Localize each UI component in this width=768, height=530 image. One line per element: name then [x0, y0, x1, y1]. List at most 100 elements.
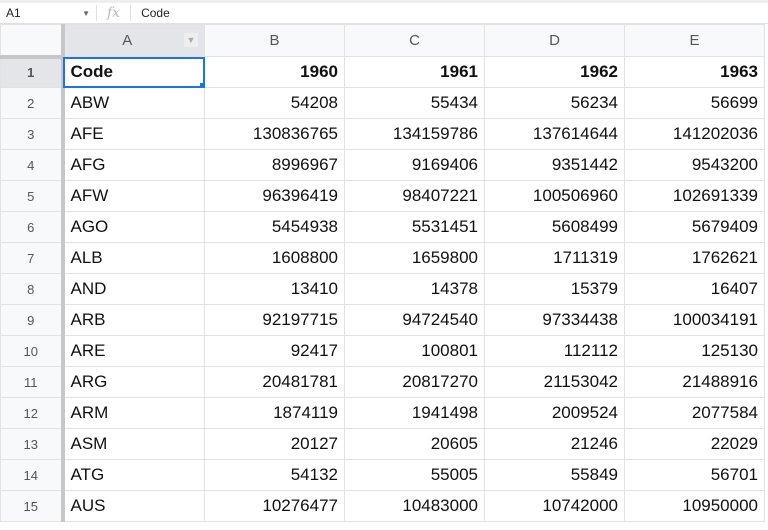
cell[interactable]: ARG	[62, 366, 205, 398]
cell[interactable]: 8996967	[204, 149, 345, 181]
cell[interactable]: ATG	[62, 459, 205, 491]
row-header[interactable]: 12	[0, 397, 65, 429]
cell[interactable]: AFW	[62, 180, 205, 212]
row-header[interactable]: 10	[0, 335, 65, 367]
cell[interactable]: 5454938	[204, 211, 345, 243]
cell[interactable]: 56699	[624, 87, 765, 119]
cell[interactable]: 1874119	[204, 397, 345, 429]
cell[interactable]: 125130	[624, 335, 765, 367]
row-header[interactable]: 6	[0, 211, 65, 243]
cell[interactable]: 100034191	[624, 304, 765, 336]
cell[interactable]: 1961	[344, 56, 485, 88]
cell[interactable]: 5608499	[484, 211, 625, 243]
cell[interactable]: 14378	[344, 273, 485, 305]
cell[interactable]: 10483000	[344, 490, 485, 522]
row-header[interactable]: 7	[0, 242, 65, 274]
row-header[interactable]: 8	[0, 273, 65, 305]
column-header-a[interactable]: A ▼	[62, 24, 205, 57]
row-header[interactable]: 3	[0, 118, 65, 150]
cell[interactable]: 20605	[344, 428, 485, 460]
formula-input[interactable]: Code	[131, 6, 170, 20]
cell[interactable]: 1941498	[344, 397, 485, 429]
cell[interactable]: 1960	[204, 56, 345, 88]
cell[interactable]: 55849	[484, 459, 625, 491]
cell[interactable]: 94724540	[344, 304, 485, 336]
cell[interactable]: 97334438	[484, 304, 625, 336]
chevron-down-icon[interactable]: ▼	[82, 9, 90, 18]
cell[interactable]: 1711319	[484, 242, 625, 274]
cell[interactable]: ABW	[62, 87, 205, 119]
cell[interactable]: 22029	[624, 428, 765, 460]
cell[interactable]: 134159786	[344, 118, 485, 150]
cell[interactable]: 1659800	[344, 242, 485, 274]
cell[interactable]: 10950000	[624, 490, 765, 522]
fill-handle[interactable]	[200, 83, 204, 87]
cell[interactable]: 21488916	[624, 366, 765, 398]
select-all-corner[interactable]	[0, 24, 65, 59]
cell[interactable]: 55005	[344, 459, 485, 491]
cell[interactable]: 16407	[624, 273, 765, 305]
cell[interactable]: 137614644	[484, 118, 625, 150]
cell[interactable]: ARB	[62, 304, 205, 336]
cell[interactable]: 130836765	[204, 118, 345, 150]
cell[interactable]: 2077584	[624, 397, 765, 429]
cell[interactable]: ARE	[62, 335, 205, 367]
cell[interactable]: 1608800	[204, 242, 345, 274]
cell[interactable]: 54208	[204, 87, 345, 119]
cell[interactable]: 10742000	[484, 490, 625, 522]
column-header-d[interactable]: D	[484, 24, 625, 57]
row-header[interactable]: 15	[0, 490, 65, 522]
row-header[interactable]: 1	[0, 56, 65, 88]
cell[interactable]: ASM	[62, 428, 205, 460]
column-header-c[interactable]: C	[344, 24, 485, 57]
cell[interactable]: 96396419	[204, 180, 345, 212]
cell[interactable]: 141202036	[624, 118, 765, 150]
cell[interactable]: 1963	[624, 56, 765, 88]
cell[interactable]: 54132	[204, 459, 345, 491]
cell[interactable]: 92417	[204, 335, 345, 367]
cell[interactable]: 20127	[204, 428, 345, 460]
cell[interactable]: AFG	[62, 149, 205, 181]
cell[interactable]: 5531451	[344, 211, 485, 243]
cell[interactable]: ALB	[62, 242, 205, 274]
cell[interactable]: 20817270	[344, 366, 485, 398]
name-box[interactable]: A1 ▼	[0, 6, 96, 20]
cell[interactable]: 55434	[344, 87, 485, 119]
filter-icon[interactable]: ▼	[184, 33, 198, 47]
cell[interactable]: 9543200	[624, 149, 765, 181]
cell[interactable]: 112112	[484, 335, 625, 367]
row-header[interactable]: 2	[0, 87, 65, 119]
cell[interactable]: 98407221	[344, 180, 485, 212]
cell[interactable]: 20481781	[204, 366, 345, 398]
cell[interactable]: 15379	[484, 273, 625, 305]
cell[interactable]: 102691339	[624, 180, 765, 212]
cell[interactable]: 1962	[484, 56, 625, 88]
row-header[interactable]: 4	[0, 149, 65, 181]
cell[interactable]: 13410	[204, 273, 345, 305]
cell[interactable]: 100801	[344, 335, 485, 367]
row-header[interactable]: 13	[0, 428, 65, 460]
cell[interactable]: AND	[62, 273, 205, 305]
row-header[interactable]: 14	[0, 459, 65, 491]
column-header-b[interactable]: B	[204, 24, 345, 57]
cell[interactable]: 10276477	[204, 490, 345, 522]
cell[interactable]: 5679409	[624, 211, 765, 243]
cell[interactable]: AGO	[62, 211, 205, 243]
cell[interactable]: 9169406	[344, 149, 485, 181]
cell[interactable]: 100506960	[484, 180, 625, 212]
cell[interactable]: 2009524	[484, 397, 625, 429]
row-header[interactable]: 11	[0, 366, 65, 398]
cell[interactable]: 21246	[484, 428, 625, 460]
row-header[interactable]: 9	[0, 304, 65, 336]
cell[interactable]: AFE	[62, 118, 205, 150]
cell[interactable]: 56701	[624, 459, 765, 491]
cell[interactable]: 21153042	[484, 366, 625, 398]
cell[interactable]: AUS	[62, 490, 205, 522]
cell[interactable]: 56234	[484, 87, 625, 119]
column-header-e[interactable]: E	[624, 24, 765, 57]
row-header[interactable]: 5	[0, 180, 65, 212]
cell[interactable]: 92197715	[204, 304, 345, 336]
cell[interactable]: ARM	[62, 397, 205, 429]
cell[interactable]: 1762621	[624, 242, 765, 274]
active-cell[interactable]: Code	[62, 56, 205, 88]
